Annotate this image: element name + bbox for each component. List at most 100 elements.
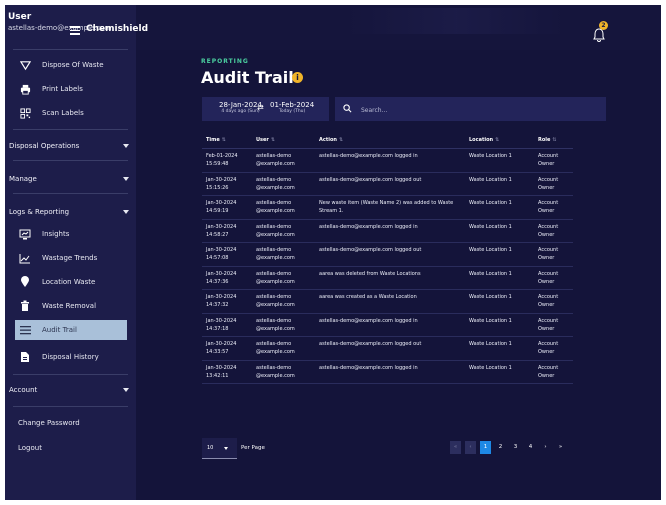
cell-role: Account Owner bbox=[538, 364, 559, 379]
search-input[interactable] bbox=[359, 102, 593, 118]
sort-icon: ⇅ bbox=[270, 137, 276, 143]
section-label: Account bbox=[9, 386, 38, 394]
table-header: Time ⇅ User ⇅ Action ⇅ Location ⇅ Role ⇅ bbox=[202, 132, 573, 149]
sidebar-item-print-labels[interactable]: Print Labels bbox=[5, 79, 136, 99]
sidebar-item-label: Scan Labels bbox=[42, 109, 84, 117]
location-pin-icon bbox=[18, 275, 32, 289]
cell-role: Account Owner bbox=[538, 223, 559, 238]
cell-time: Feb-01-2024 15:59:48 bbox=[206, 153, 238, 167]
cell-user: astellas-demo @example.com bbox=[256, 294, 295, 308]
swap-arrows-icon: ⇄ bbox=[257, 103, 264, 112]
cell-action: astellas-demo@example.com logged out bbox=[319, 247, 422, 253]
per-page-label: Per Page bbox=[241, 445, 265, 451]
sidebar-item-label: Insights bbox=[42, 230, 70, 238]
cell-time: Jan-30-2024 14:33:57 bbox=[206, 341, 237, 355]
page-button-2[interactable]: 2 bbox=[495, 441, 506, 454]
sidebar-item-scan-labels[interactable]: Scan Labels bbox=[5, 103, 136, 123]
section-account[interactable]: Account bbox=[5, 382, 136, 398]
section-label: Manage bbox=[9, 175, 37, 183]
chevron-down-icon bbox=[123, 388, 129, 392]
trend-icon bbox=[18, 251, 32, 265]
sidebar-item-wastage-trends[interactable]: Wastage Trends bbox=[5, 248, 136, 268]
notification-badge: 2 bbox=[599, 21, 608, 30]
date-from: 28-Jan-2024 4 days ago (Sun) bbox=[219, 102, 262, 115]
cell-user: astellas-demo @example.com bbox=[256, 270, 295, 285]
table-row: Feb-01-2024 15:59:48 astellas-demo @examp… bbox=[202, 149, 573, 173]
qr-code-icon bbox=[18, 106, 32, 120]
sidebar-item-label: Waste Removal bbox=[42, 302, 97, 310]
date-range-picker[interactable]: 28-Jan-2024 4 days ago (Sun) ⇄ 01-Feb-20… bbox=[202, 97, 329, 121]
cell-location: Waste Location 1 bbox=[469, 364, 512, 371]
section-manage[interactable]: Manage bbox=[5, 171, 136, 187]
first-page-button[interactable]: « bbox=[450, 441, 461, 454]
table-row: Jan-30-2024 13:42:11 astellas-demo @examp… bbox=[202, 361, 573, 384]
sidebar-item-disposal-history[interactable]: Disposal History bbox=[5, 347, 136, 367]
sidebar-item-location-waste[interactable]: Location Waste bbox=[5, 272, 136, 292]
date-from-value: 28-Jan-2024 bbox=[219, 101, 262, 109]
change-password-link[interactable]: Change Password bbox=[18, 419, 80, 427]
column-header-user[interactable]: User ⇅ bbox=[256, 137, 311, 143]
page-kicker: REPORTING bbox=[201, 58, 249, 65]
cell-user: astellas-demo @example.com bbox=[256, 200, 295, 214]
last-page-button[interactable]: » bbox=[555, 441, 566, 454]
search-icon bbox=[343, 104, 352, 113]
cell-time: Jan-30-2024 14:37:18 bbox=[206, 317, 237, 332]
sidebar-item-label: Disposal History bbox=[42, 353, 99, 361]
cell-user: astellas-demo @example.com bbox=[256, 247, 295, 261]
column-header-role[interactable]: Role ⇅ bbox=[538, 137, 573, 143]
sidebar-item-waste-removal[interactable]: Waste Removal bbox=[5, 296, 136, 316]
cell-time: Jan-30-2024 14:59:19 bbox=[206, 200, 237, 214]
sort-icon: ⇅ bbox=[495, 137, 500, 143]
list-icon bbox=[18, 323, 32, 337]
chevron-down-icon bbox=[123, 210, 129, 214]
page-button-1[interactable]: 1 bbox=[480, 441, 491, 454]
sidebar-item-label: Print Labels bbox=[42, 85, 83, 93]
cell-time: Jan-30-2024 15:15:26 bbox=[206, 176, 237, 191]
page-button-4[interactable]: 4 bbox=[525, 441, 536, 454]
cell-time: Jan-30-2024 14:58:27 bbox=[206, 223, 237, 238]
column-header-time[interactable]: Time ⇅ bbox=[206, 137, 246, 143]
cell-user: astellas-demo @example.com bbox=[256, 341, 295, 355]
sidebar-item-insights[interactable]: Insights bbox=[5, 224, 136, 244]
app-title: Chemishield bbox=[86, 24, 149, 34]
cell-role: Account Owner bbox=[538, 317, 559, 332]
cell-role: Account Owner bbox=[538, 153, 559, 167]
insights-icon bbox=[18, 227, 32, 241]
per-page-select[interactable]: 10 bbox=[202, 438, 237, 459]
sidebar-item-label: Dispose Of Waste bbox=[42, 61, 104, 69]
cell-action: New waste item (Waste Name 2) was added … bbox=[319, 200, 454, 214]
divider bbox=[13, 374, 128, 375]
cell-role: Account Owner bbox=[538, 341, 559, 355]
cell-action: astellas-demo@example.com logged out bbox=[319, 341, 422, 347]
next-page-button[interactable]: › bbox=[540, 441, 551, 454]
hamburger-menu-icon[interactable] bbox=[70, 26, 80, 35]
cell-location: Waste Location 1 bbox=[469, 200, 512, 206]
header-decoration bbox=[346, 8, 566, 34]
sort-icon: ⇅ bbox=[552, 137, 557, 143]
section-disposal-operations[interactable]: Disposal Operations bbox=[5, 138, 136, 154]
table-row: Jan-30-2024 14:37:32 astellas-demo @examp… bbox=[202, 290, 573, 314]
cell-role: Account Owner bbox=[538, 247, 559, 261]
document-icon bbox=[18, 350, 32, 364]
divider bbox=[13, 193, 128, 194]
column-header-action[interactable]: Action ⇅ bbox=[319, 137, 464, 143]
sidebar-item-audit-trail[interactable]: Audit Trail bbox=[15, 320, 127, 340]
divider bbox=[13, 160, 128, 161]
table-row: Jan-30-2024 14:33:57 astellas-demo @examp… bbox=[202, 337, 573, 361]
cell-time: Jan-30-2024 14:37:36 bbox=[206, 270, 237, 285]
page-title: Audit Trail bbox=[201, 68, 294, 87]
logout-link[interactable]: Logout bbox=[18, 444, 42, 452]
section-logs-reporting[interactable]: Logs & Reporting bbox=[5, 204, 136, 220]
info-icon[interactable]: i bbox=[292, 72, 303, 83]
prev-page-button[interactable]: ‹ bbox=[465, 441, 476, 454]
cell-time: Jan-30-2024 14:37:32 bbox=[206, 294, 237, 308]
cell-user: astellas-demo @example.com bbox=[256, 317, 295, 332]
page-button-3[interactable]: 3 bbox=[510, 441, 521, 454]
sidebar: User astellas-demo@example.com Dispose O… bbox=[5, 5, 136, 500]
bell-icon[interactable] bbox=[593, 28, 605, 42]
section-label: Logs & Reporting bbox=[9, 208, 70, 216]
sidebar-item-dispose-of-waste[interactable]: Dispose Of Waste bbox=[5, 55, 136, 75]
column-header-location[interactable]: Location ⇅ bbox=[469, 137, 529, 143]
user-title: User bbox=[8, 12, 32, 22]
search-box[interactable] bbox=[335, 97, 606, 121]
